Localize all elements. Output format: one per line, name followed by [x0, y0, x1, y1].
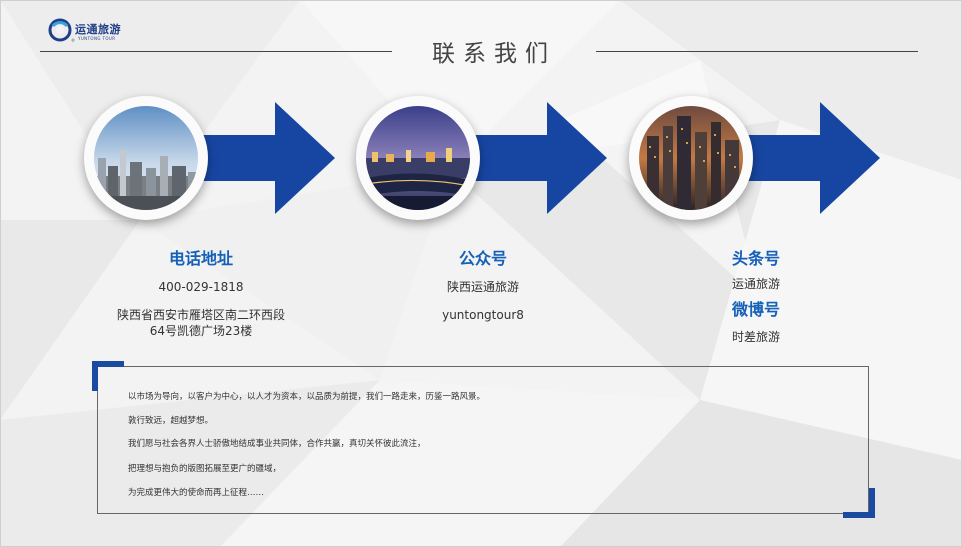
phone-number: 400-029-1818 [158, 280, 244, 294]
quote-line: 为完成更伟大的使命而再上征程…… [128, 488, 265, 498]
quote-line: 以市场为导向，以客户为中心，以人才为资本，以品质为前提，我们一路走来，历鉴一路风… [128, 392, 486, 402]
registered-mark: ® [71, 38, 75, 43]
toutiao-name: 运通旅游 [731, 277, 780, 291]
toutiao-heading: 头条号 [731, 249, 780, 268]
logo-name-en: YUNTONG TOUR [78, 36, 116, 41]
address-line-1: 陕西省西安市雁塔区南二环西段 [116, 308, 285, 322]
city-skyline-photo [94, 106, 198, 210]
wechat-id: yuntongtour8 [442, 308, 524, 322]
wechat-section: 公众号 陕西运通旅游 yuntongtour8 [383, 248, 583, 323]
phone-photo-frame [84, 96, 208, 220]
phone-address-section: 电话地址 400-029-1818 陕西省西安市雁塔区南二环西段 64号凯德广场… [101, 248, 301, 339]
page-title: 联系我们 [432, 41, 556, 67]
title-divider-left [40, 51, 392, 52]
phone-address-heading: 电话地址 [168, 249, 233, 268]
night-river-city-photo [366, 106, 470, 210]
weibo-name: 时差旅游 [731, 330, 780, 344]
night-skyscrapers-photo [639, 106, 743, 210]
logo-name-cn: 运通旅游 [75, 23, 121, 36]
company-logo: 运通旅游 YUNTONG TOUR ® [48, 16, 138, 50]
wechat-name: 陕西运通旅游 [446, 280, 519, 294]
weibo-heading: 微博号 [731, 300, 780, 319]
quote-corner-top-left [92, 361, 98, 391]
wechat-heading: 公众号 [458, 249, 507, 268]
title-divider-right [596, 51, 918, 52]
wechat-photo-frame [356, 96, 480, 220]
ring-logo-icon [48, 18, 72, 42]
quote-line: 我们愿与社会各界人士骄傲地结成事业共同体，合作共赢，真切关怀彼此流注， [128, 439, 426, 449]
quote-line: 把理想与抱负的版图拓展至更广的疆域， [128, 464, 282, 474]
address-line-2: 64号凯德广场23楼 [149, 324, 253, 338]
quote-corner-bottom-right [869, 488, 875, 518]
social-section: 头条号 运通旅游 微博号 时差旅游 [656, 248, 856, 345]
quote-line: 敦行致远，超越梦想。 [128, 416, 214, 426]
social-photo-frame [629, 96, 753, 220]
